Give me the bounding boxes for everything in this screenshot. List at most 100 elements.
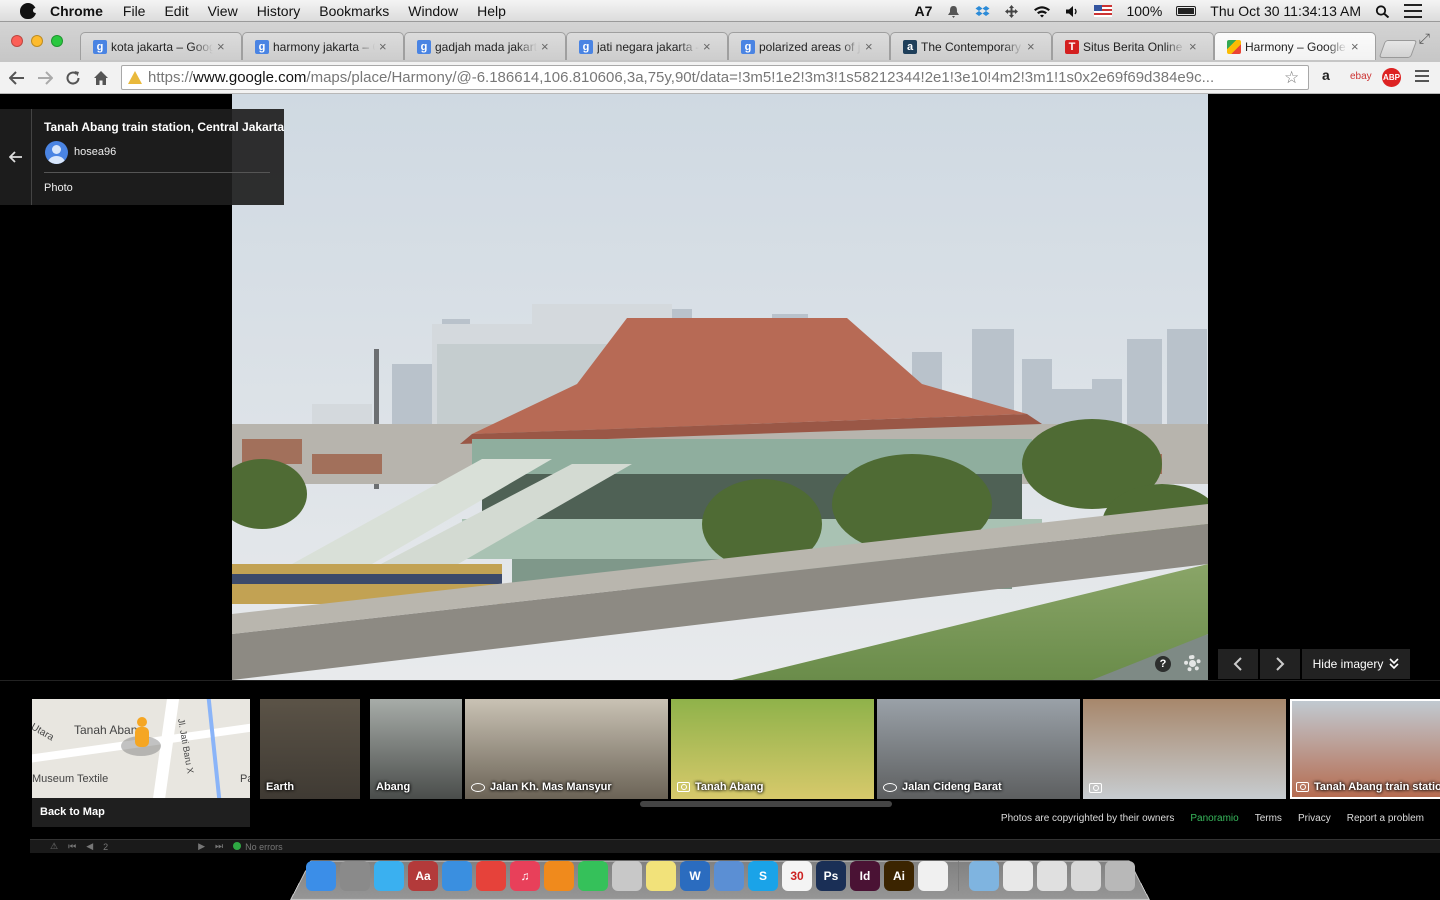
amazon-extension-icon[interactable]: a: [1322, 67, 1330, 83]
documents-stack-icon[interactable]: [1037, 861, 1067, 891]
imagery-thumbnail[interactable]: Jalan Kh. Mas Mansyur: [465, 699, 668, 799]
browser-tab[interactable]: g jati negara jakarta – ×: [566, 32, 728, 60]
browser-tab[interactable]: g harmony jakarta – G ×: [242, 32, 404, 60]
close-tab-icon[interactable]: ×: [379, 39, 391, 54]
help-icon[interactable]: ?: [1155, 656, 1171, 672]
first-page-icon[interactable]: ⏮: [68, 841, 76, 852]
notification-center-icon[interactable]: [1404, 4, 1422, 18]
close-window-button[interactable]: [11, 35, 23, 47]
adblock-plus-icon[interactable]: ABP: [1382, 68, 1401, 87]
menu-window[interactable]: Window: [408, 3, 458, 19]
imagery-thumbnail[interactable]: Tanah Abang train statio: [1290, 699, 1440, 799]
finder-icon[interactable]: [306, 861, 336, 891]
menu-file[interactable]: File: [123, 3, 146, 19]
battery-icon[interactable]: [1176, 6, 1197, 16]
close-tab-icon[interactable]: ×: [541, 39, 553, 54]
system-preferences-icon[interactable]: [340, 861, 370, 891]
ebay-extension-icon[interactable]: ebay: [1350, 71, 1372, 82]
photo-author[interactable]: hosea96: [74, 146, 116, 158]
browser-tab[interactable]: g polarized areas of ja ×: [728, 32, 890, 60]
fullscreen-icon[interactable]: ⤢: [1419, 30, 1430, 47]
indesign-icon[interactable]: Id: [850, 861, 880, 891]
word-icon[interactable]: W: [680, 861, 710, 891]
new-tab-button[interactable]: [1378, 40, 1418, 58]
notification-bell-icon[interactable]: [946, 5, 961, 18]
imagery-thumbnail[interactable]: Earth: [260, 699, 360, 799]
imagery-thumbnail[interactable]: Abang: [370, 699, 462, 799]
minimize-window-button[interactable]: [31, 35, 43, 47]
home-button[interactable]: [87, 66, 115, 90]
prev-page-icon[interactable]: ◀: [86, 841, 93, 852]
back-arrow-icon[interactable]: [0, 109, 32, 205]
imagery-thumbnail[interactable]: Tanah Abang: [671, 699, 874, 799]
browser-tab[interactable]: g gadjah mada jakarta ×: [404, 32, 566, 60]
skype-icon[interactable]: S: [748, 861, 778, 891]
imagery-thumbnail[interactable]: Jalan Cideng Barat: [877, 699, 1080, 799]
page-number[interactable]: 2: [103, 842, 108, 852]
browser-tab[interactable]: T Situs Berita Online In ×: [1052, 32, 1214, 60]
menu-edit[interactable]: Edit: [164, 3, 188, 19]
calendar-icon[interactable]: 30: [782, 861, 812, 891]
privacy-link[interactable]: Privacy: [1298, 813, 1331, 824]
hide-imagery-button[interactable]: Hide imagery: [1302, 649, 1410, 679]
volume-icon[interactable]: [1065, 5, 1080, 18]
main-photo[interactable]: [232, 94, 1208, 680]
menu-view[interactable]: View: [208, 3, 238, 19]
messages-icon[interactable]: [374, 861, 404, 891]
browser-tab[interactable]: a The Contemporary U ×: [890, 32, 1052, 60]
menu-help[interactable]: Help: [477, 3, 506, 19]
report-problem-link[interactable]: Report a problem: [1347, 813, 1424, 824]
safari-icon[interactable]: [442, 861, 472, 891]
menu-history[interactable]: History: [257, 3, 301, 19]
panoramio-link[interactable]: Panoramio: [1190, 813, 1238, 824]
photoshop-icon[interactable]: Ps: [816, 861, 846, 891]
clock[interactable]: Thu Oct 30 11:34:13 AM: [1210, 3, 1361, 19]
spotify-icon[interactable]: [578, 861, 608, 891]
imagery-thumbnail[interactable]: [1083, 699, 1286, 799]
minimap[interactable]: Tanah Aban Utara Jl. Jati Baru X Museum …: [32, 699, 250, 827]
user-avatar[interactable]: [45, 141, 68, 164]
close-tab-icon[interactable]: ×: [217, 39, 229, 54]
address-bar[interactable]: https://www.google.com/maps/place/Harmon…: [121, 65, 1309, 90]
back-to-map-button[interactable]: Back to Map: [32, 798, 250, 827]
wifi-icon[interactable]: [1033, 5, 1051, 18]
close-tab-icon[interactable]: ×: [1027, 39, 1039, 54]
browser-tab[interactable]: Harmony – Google M ×: [1214, 32, 1376, 60]
dictionary-icon[interactable]: Aa: [408, 861, 438, 891]
menu-app-name[interactable]: Chrome: [50, 3, 103, 19]
back-button[interactable]: [3, 66, 31, 90]
warning-icon[interactable]: ⚠: [50, 841, 58, 852]
close-tab-icon[interactable]: ×: [1189, 39, 1201, 54]
move-icon[interactable]: [1004, 4, 1019, 18]
mixed-content-warning-icon[interactable]: [128, 71, 142, 84]
apple-menu-icon[interactable]: [20, 2, 38, 19]
close-tab-icon[interactable]: ×: [703, 39, 715, 54]
spotlight-search-icon[interactable]: [1375, 4, 1390, 18]
pdf-stack-icon[interactable]: [1003, 861, 1033, 891]
dropbox-icon[interactable]: [975, 5, 990, 18]
input-source-flag-icon[interactable]: [1094, 5, 1113, 17]
stickies-icon[interactable]: [646, 861, 676, 891]
next-page-icon[interactable]: ▶: [198, 841, 205, 852]
bookmark-star-icon[interactable]: ☆: [1284, 68, 1304, 88]
trash-icon[interactable]: [1105, 861, 1135, 891]
filmstrip-scrollbar[interactable]: [640, 801, 892, 807]
next-photo-button[interactable]: [1260, 649, 1300, 679]
url-text[interactable]: https://www.google.com/maps/place/Harmon…: [148, 69, 1284, 86]
close-tab-icon[interactable]: ×: [865, 39, 877, 54]
last-page-icon[interactable]: ⏭: [215, 841, 223, 852]
settings-gear-icon[interactable]: [1184, 655, 1201, 672]
menu-bookmarks[interactable]: Bookmarks: [319, 3, 389, 19]
acrobat-icon[interactable]: [918, 861, 948, 891]
chrome-menu-icon[interactable]: [1415, 70, 1429, 82]
fetch-icon[interactable]: [714, 861, 744, 891]
forward-button[interactable]: [31, 66, 59, 90]
photo-place-title[interactable]: Tanah Abang train station, Central Jakar…: [44, 120, 284, 134]
pegman-icon[interactable]: [132, 717, 152, 749]
browser-tab[interactable]: g kota jakarta – Googl ×: [80, 32, 242, 60]
terms-link[interactable]: Terms: [1255, 813, 1282, 824]
calculator-icon[interactable]: [612, 861, 642, 891]
reload-button[interactable]: [59, 66, 87, 90]
itunes-icon[interactable]: ♫: [510, 861, 540, 891]
chrome-icon[interactable]: [476, 861, 506, 891]
